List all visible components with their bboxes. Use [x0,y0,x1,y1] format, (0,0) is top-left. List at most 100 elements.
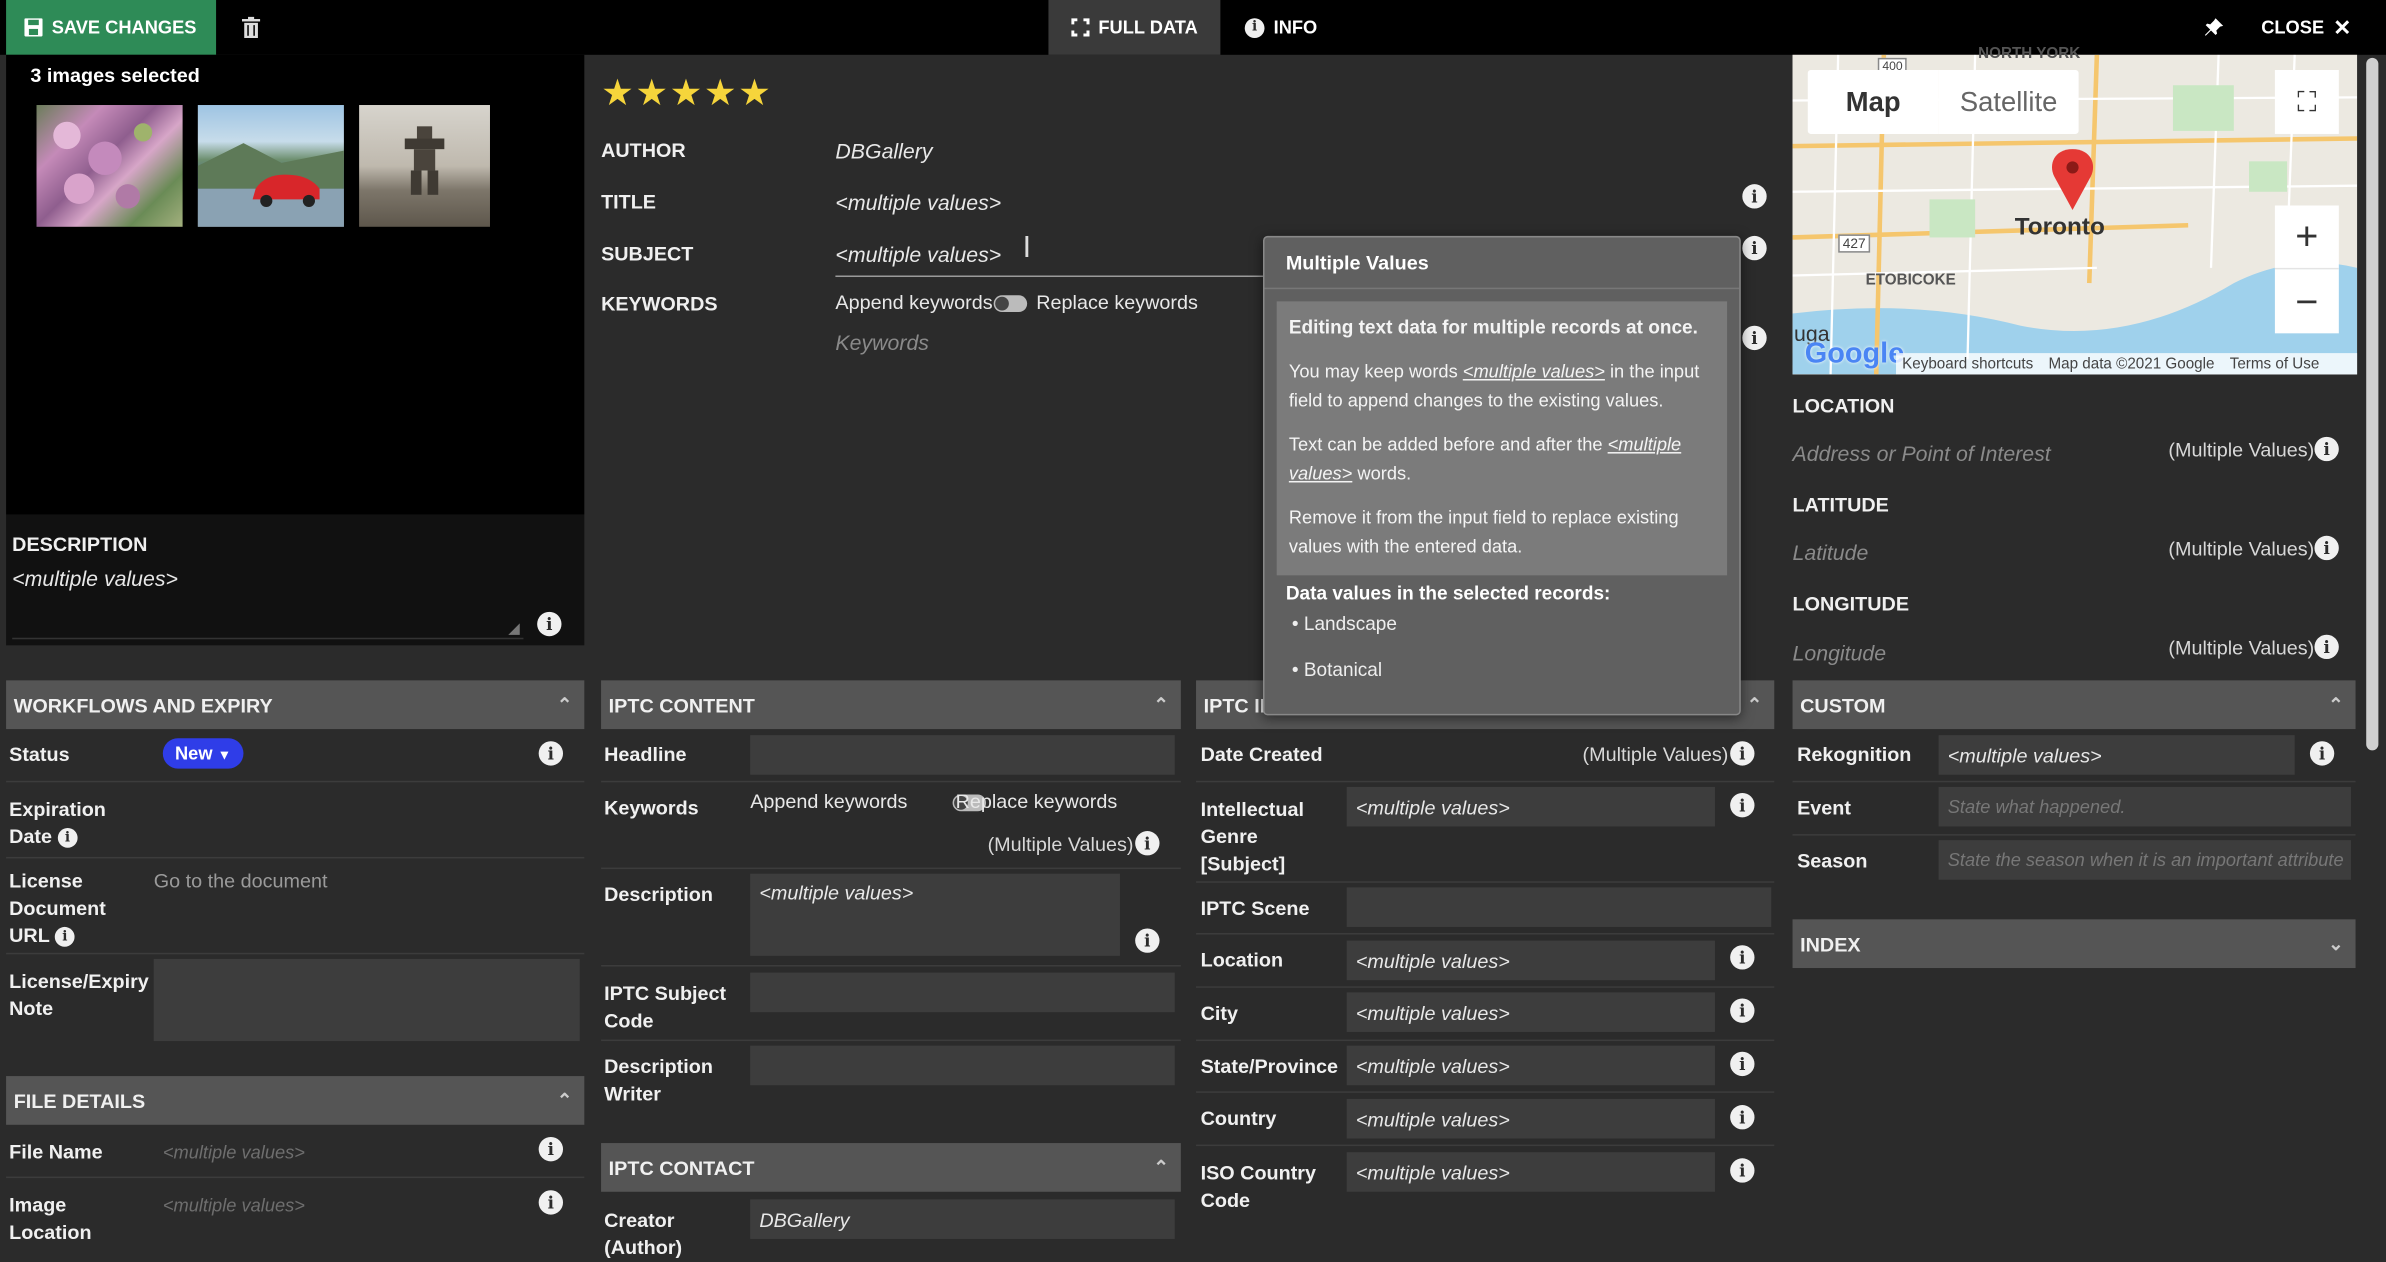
zoom-out-icon[interactable]: − [2274,269,2339,334]
info-icon[interactable]: i [57,828,78,848]
info-icon[interactable]: i [1730,998,1755,1023]
close-button[interactable]: CLOSE ✕ [2261,0,2351,55]
iptc-contact-section-header[interactable]: IPTC CONTACT ⌃ [601,1143,1181,1192]
tooltip-value-text: Botanical [1303,659,1383,681]
tooltip-text: words. [1352,462,1412,485]
license-note-textarea[interactable] [153,958,580,1042]
fullscreen-icon[interactable]: ⛶ [2274,70,2339,134]
subject-field[interactable]: <multiple values> [835,242,1277,278]
title-field[interactable]: <multiple values> [835,190,1001,214]
pin-icon[interactable] [2204,17,2225,41]
info-icon[interactable]: i [1135,831,1160,856]
rekognition-input[interactable]: <multiple values> [1938,735,2295,775]
thumbnail-coast-car[interactable] [197,105,344,227]
author-field[interactable]: DBGallery [835,139,932,163]
zoom-in-icon[interactable]: + [2274,205,2339,270]
longitude-input[interactable]: Longitude [1793,641,1887,665]
tab-full-data[interactable]: FULL DATA [1048,0,1221,55]
thumbnail-orchid[interactable] [36,105,183,227]
info-icon[interactable]: i [54,927,75,947]
info-icon[interactable]: i [1730,1051,1755,1077]
description-writer-input[interactable] [750,1045,1175,1086]
country-input[interactable]: <multiple values> [1346,1098,1715,1139]
info-icon[interactable]: i [1742,235,1767,261]
license-url-link[interactable]: Go to the document [154,869,328,892]
star-rating[interactable]: ★ ★ ★ ★ ★ [601,75,771,113]
scrollbar-thumb[interactable] [2366,57,2379,751]
status-dropdown[interactable]: New ▼ [162,738,244,769]
iso-country-code-input[interactable]: <multiple values> [1346,1152,1715,1192]
divider [6,952,585,955]
info-icon[interactable]: i [1135,928,1160,953]
chevron-up-icon: ⌃ [2328,694,2344,716]
description-field[interactable]: <multiple values> [12,566,524,640]
thumbnail-inukshuk[interactable] [359,105,490,227]
terms-link[interactable]: Terms of Use [2230,355,2320,372]
star-icon[interactable]: ★ [670,75,703,113]
info-icon[interactable]: i [2314,634,2339,660]
info-icon[interactable]: i [1730,945,1755,970]
latitude-multiple-values: (Multiple Values) [2168,537,2315,561]
divider [1196,881,1775,883]
index-section-header[interactable]: INDEX ⌄ [1792,919,2356,969]
star-icon[interactable]: ★ [704,75,737,113]
info-icon[interactable]: i [1742,184,1767,209]
info-icon[interactable]: i [538,1190,564,1215]
divider [601,1039,1181,1042]
iptc-image-title: IPTC II [1203,693,1266,717]
map-footer: Keyboard shortcuts Map data ©2021 Google… [1896,353,2358,375]
tooltip-paragraph-1: You may keep words <multiple values> in … [1289,358,1715,416]
map-type-satellite-button[interactable]: Satellite [1938,70,2079,134]
event-input[interactable]: State what happened. [1938,786,2351,827]
info-icon[interactable]: i [2309,741,2335,766]
date-created-multiple-values: (Multiple Values) [1582,742,1729,766]
latitude-input[interactable]: Latitude [1793,540,1869,564]
city-input[interactable]: <multiple values> [1346,992,1715,1032]
file-details-section-header[interactable]: FILE DETAILS ⌃ [6,1076,585,1125]
info-icon[interactable]: i [1730,741,1755,766]
info-icon[interactable]: i [2314,436,2339,462]
trash-icon[interactable] [241,16,261,43]
info-icon[interactable]: i [537,611,562,637]
star-icon[interactable]: ★ [738,75,771,113]
info-icon[interactable]: i [1730,1158,1755,1183]
map-data-attribution: Map data ©2021 Google [2048,355,2215,373]
tooltip-value-text: Landscape [1303,613,1397,635]
keywords-input[interactable]: Keywords [835,330,1276,354]
state-input[interactable]: <multiple values> [1346,1045,1715,1086]
info-icon[interactable]: i [1730,792,1755,818]
map-type-map-label: Map [1845,85,1901,117]
star-icon[interactable]: ★ [635,75,668,113]
season-input[interactable]: State the season when it is an important… [1938,840,2351,880]
star-icon[interactable]: ★ [601,75,634,113]
workflows-title: WORKFLOWS AND EXPIRY [13,693,273,717]
save-changes-button[interactable]: SAVE CHANGES [6,0,217,55]
subject-code-label: IPTC Subject Code [604,981,727,1032]
info-icon[interactable]: i [2314,535,2339,561]
iptc-location-input[interactable]: <multiple values> [1346,940,1715,981]
license-url-label: License Document URL i [9,868,123,950]
workflows-section-header[interactable]: WORKFLOWS AND EXPIRY ⌃ [6,680,585,730]
creator-input[interactable]: DBGallery [750,1199,1175,1239]
divider [1196,1144,1775,1147]
custom-section-header[interactable]: CUSTOM ⌃ [1792,680,2356,730]
custom-title: CUSTOM [1800,693,1886,717]
keywords-mode-toggle[interactable] [993,295,1028,313]
location-input[interactable]: Address or Point of Interest [1793,441,2051,465]
tab-info[interactable]: i INFO [1233,0,1340,55]
iptc-content-section-header[interactable]: IPTC CONTENT ⌃ [601,680,1181,730]
floppy-disk-icon [24,18,43,37]
info-icon[interactable]: i [1730,1105,1755,1130]
headline-input[interactable] [750,735,1175,775]
map-type-map-button[interactable]: Map [1807,70,1939,134]
resize-handle-icon[interactable]: ◢ [508,621,520,638]
iptc-description-textarea[interactable]: <multiple values> [750,873,1120,956]
info-icon[interactable]: i [1742,325,1767,351]
info-icon[interactable]: i [538,1136,564,1162]
expiration-date-label: Expiration Date i [9,796,116,851]
genre-input[interactable]: <multiple values> [1346,786,1715,827]
subject-code-input[interactable] [750,972,1175,1013]
keyboard-shortcuts-link[interactable]: Keyboard shortcuts [1902,355,2033,372]
iptc-scene-input[interactable] [1346,887,1772,927]
info-icon[interactable]: i [538,741,564,766]
